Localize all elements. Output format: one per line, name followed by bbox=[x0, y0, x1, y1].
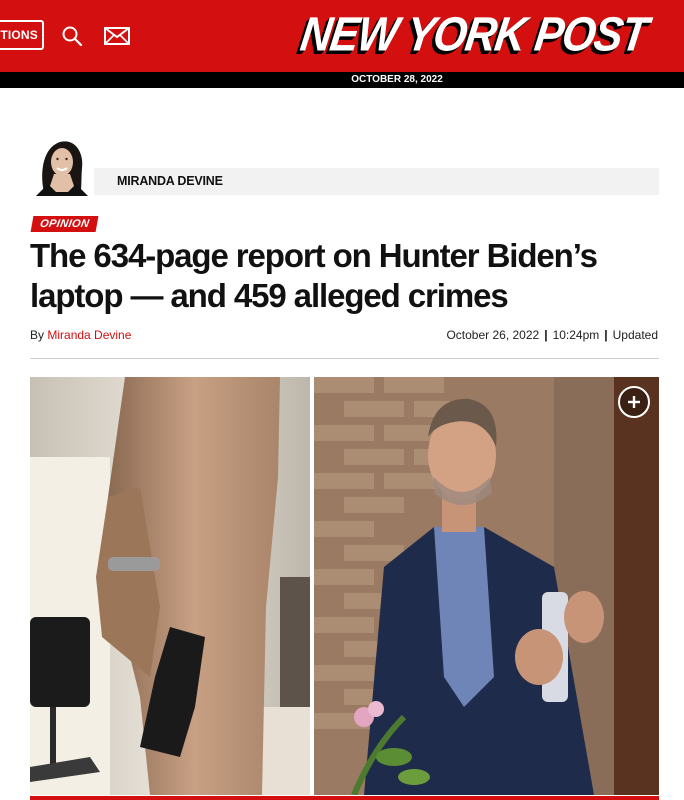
byline: By Miranda Devine bbox=[30, 328, 131, 342]
expand-image-button[interactable] bbox=[618, 386, 650, 418]
date-bar: OCTOBER 28, 2022 bbox=[0, 72, 684, 88]
publish-time: 10:24pm bbox=[552, 328, 600, 342]
updated-label[interactable]: Updated bbox=[613, 328, 658, 342]
article-image-right bbox=[314, 377, 659, 795]
editions-button[interactable]: TIONS bbox=[0, 20, 44, 50]
author-name[interactable]: MIRANDA DEVINE bbox=[117, 174, 223, 188]
site-logo[interactable]: NEW YORK POST bbox=[297, 6, 650, 64]
byline-author-link[interactable]: Miranda Devine bbox=[47, 328, 131, 342]
bottom-rule bbox=[30, 796, 659, 800]
divider bbox=[30, 358, 659, 359]
publish-date: October 26, 2022 bbox=[446, 328, 540, 342]
newsletter-button[interactable] bbox=[103, 22, 131, 50]
article-headline: The 634-page report on Hunter Biden’s la… bbox=[30, 237, 598, 314]
search-icon bbox=[62, 26, 83, 47]
article-image-left bbox=[30, 377, 310, 795]
site-header: TIONS NEW YORK POST bbox=[0, 0, 684, 72]
category-tag[interactable]: OPINION bbox=[30, 216, 99, 232]
byline-prefix: By bbox=[30, 328, 45, 342]
mail-icon bbox=[104, 27, 130, 45]
plus-circle-icon bbox=[628, 396, 640, 408]
search-button[interactable] bbox=[58, 22, 86, 50]
logo-text: NEW YORK POST bbox=[297, 7, 650, 62]
author-avatar[interactable] bbox=[30, 134, 94, 196]
article-meta: October 26, 2022 | 10:24pm | Updated bbox=[446, 328, 658, 342]
